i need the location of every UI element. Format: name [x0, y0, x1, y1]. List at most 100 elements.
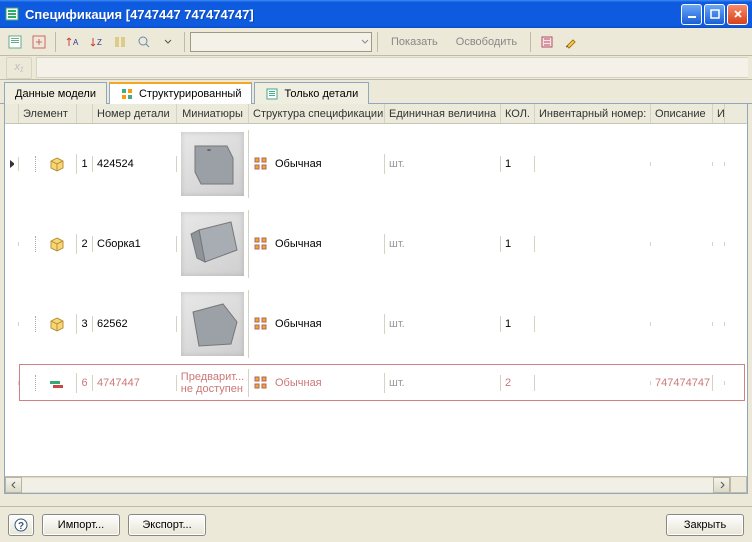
table-row[interactable]: 2Сборка1Обычнаяшт.1 — [5, 204, 747, 284]
unit-cell: шт. — [385, 236, 501, 252]
chevron-down-icon[interactable] — [157, 31, 179, 53]
struct-icon — [253, 236, 269, 252]
thumbnail — [181, 212, 244, 276]
svg-text:A: A — [73, 38, 79, 47]
toolbar-combo[interactable] — [190, 32, 372, 52]
grid-header: Элемент Номер детали Миниатюры Структура… — [5, 104, 747, 124]
col-element[interactable]: Элемент — [19, 104, 77, 123]
struct-cell: Обычная — [249, 314, 385, 334]
details-icon — [265, 87, 279, 101]
toolbar-btn-5[interactable] — [109, 31, 131, 53]
struct-cell: Обычная — [249, 234, 385, 254]
toolbar-btn-1[interactable] — [4, 31, 26, 53]
part-cell: 424524 — [93, 156, 177, 172]
toolbar-sep — [377, 32, 378, 52]
item-icon — [49, 156, 65, 172]
export-button[interactable]: Экспорт... — [128, 514, 206, 536]
tab-label: Данные модели — [15, 88, 96, 100]
unit-cell: шт. — [385, 156, 501, 172]
sort-asc-icon[interactable]: A — [61, 31, 83, 53]
window-title: Спецификация [4747447 747474747] — [25, 7, 681, 22]
svg-text:?: ? — [18, 521, 24, 532]
col-thumb[interactable]: Миниатюры — [177, 104, 249, 123]
item-icon — [49, 236, 65, 252]
row-handle[interactable] — [5, 157, 19, 171]
toolbar-sep — [184, 32, 185, 52]
inv-cell — [535, 322, 651, 326]
inv-cell — [535, 381, 651, 385]
fx-button[interactable]: x₁ — [6, 57, 32, 79]
scroll-track[interactable] — [22, 477, 713, 493]
close-window-button[interactable] — [727, 4, 748, 25]
tab-label: Только детали — [284, 88, 358, 100]
sort-desc-icon[interactable]: Z — [85, 31, 107, 53]
desc-cell: 747474747 — [651, 375, 713, 391]
close-button[interactable]: Закрыть — [666, 514, 744, 536]
last-cell — [713, 381, 725, 385]
formula-input[interactable] — [36, 57, 748, 78]
grid: Элемент Номер детали Миниатюры Структура… — [4, 104, 748, 494]
col-qty[interactable]: КОЛ. — [501, 104, 535, 123]
toolbar-btn-2[interactable] — [28, 31, 50, 53]
item-icon — [49, 375, 65, 391]
toolbar-btn-6[interactable] — [133, 31, 155, 53]
tab-details-only[interactable]: Только детали — [254, 82, 369, 104]
table-row[interactable]: 362562Обычнаяшт.1 — [5, 284, 747, 364]
toolbar-btn-8[interactable] — [560, 31, 582, 53]
last-cell — [713, 322, 725, 326]
qty-cell: 1 — [501, 316, 535, 332]
struct-cell: Обычная — [249, 373, 385, 393]
show-button: Показать — [383, 31, 446, 53]
thumb-cell — [177, 210, 249, 278]
col-inv[interactable]: Инвентарный номер: — [535, 104, 651, 123]
thumb-cell: Предварит... не доступен — [177, 369, 249, 397]
row-handle[interactable] — [5, 322, 19, 326]
col-part[interactable]: Номер детали — [93, 104, 177, 123]
import-button[interactable]: Импорт... — [42, 514, 120, 536]
maximize-button[interactable] — [704, 4, 725, 25]
thumbnail — [181, 292, 244, 356]
part-cell: 62562 — [93, 316, 177, 332]
part-cell: 4747447 — [93, 375, 177, 391]
unit-cell: шт. — [385, 316, 501, 332]
row-handle[interactable] — [5, 381, 19, 385]
row-handle-col[interactable] — [5, 104, 19, 123]
element-cell — [19, 154, 77, 174]
qty-cell: 2 — [501, 375, 535, 391]
tab-structured[interactable]: Структурированный — [109, 82, 253, 104]
row-handle[interactable] — [5, 242, 19, 246]
index-cell: 6 — [77, 375, 93, 391]
table-row[interactable]: 1424524Обычнаяшт.1 — [5, 124, 747, 204]
app-icon — [4, 6, 20, 22]
struct-cell: Обычная — [249, 154, 385, 174]
toolbar-btn-7[interactable] — [536, 31, 558, 53]
scroll-left-icon[interactable] — [5, 477, 22, 493]
qty-cell: 1 — [501, 156, 535, 172]
element-cell — [19, 314, 77, 334]
table-row[interactable]: 64747447Предварит... не доступенОбычнаяш… — [5, 364, 747, 402]
thumb-cell — [177, 290, 249, 358]
last-cell — [713, 162, 725, 166]
formula-bar: x₁ — [0, 56, 752, 80]
thumb-cell — [177, 130, 249, 198]
tab-model-data[interactable]: Данные модели — [4, 82, 107, 104]
hscrollbar[interactable] — [5, 476, 730, 493]
inv-cell — [535, 162, 651, 166]
desc-cell — [651, 322, 713, 326]
part-cell: Сборка1 — [93, 236, 177, 252]
element-cell — [19, 373, 77, 393]
help-button[interactable]: ? — [8, 514, 34, 536]
thumbnail-text: Предварит... не доступен — [181, 371, 244, 395]
col-num[interactable] — [77, 104, 93, 123]
col-last[interactable]: И — [713, 104, 725, 123]
col-struct[interactable]: Структура спецификации — [249, 104, 385, 123]
minimize-button[interactable] — [681, 4, 702, 25]
scroll-right-icon[interactable] — [713, 477, 730, 493]
struct-icon — [253, 375, 269, 391]
toolbar-sep — [55, 32, 56, 52]
thumbnail — [181, 132, 244, 196]
tab-label: Структурированный — [139, 88, 242, 100]
index-cell: 1 — [77, 156, 93, 172]
col-unit[interactable]: Единичная величина — [385, 104, 501, 123]
col-desc[interactable]: Описание — [651, 104, 713, 123]
